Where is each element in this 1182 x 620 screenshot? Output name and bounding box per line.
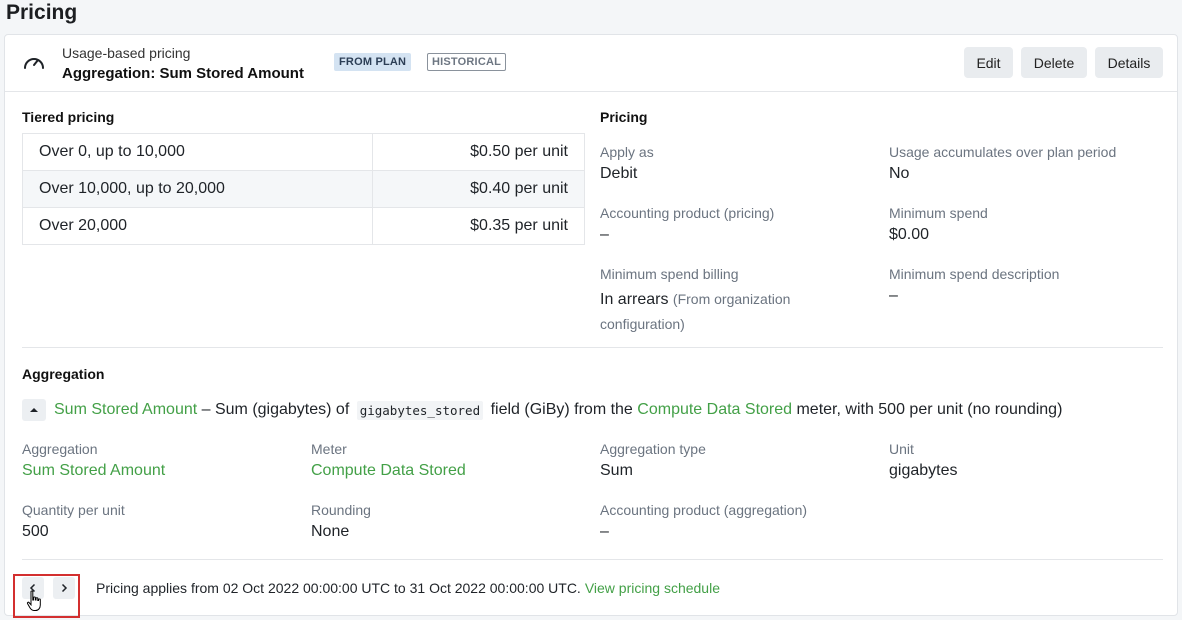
tier-range: Over 0, up to 10,000 <box>22 133 373 171</box>
minimum-spend-billing-label: Minimum spend billing <box>600 266 739 282</box>
aggregation-type-value: Sum <box>600 462 633 479</box>
delete-button[interactable]: Delete <box>1021 47 1087 78</box>
table-row: Over 0, up to 10,000 $0.50 per unit <box>22 133 585 171</box>
edit-button[interactable]: Edit <box>964 47 1013 78</box>
meter-label: Meter <box>311 441 347 457</box>
billing-mode: In arrears <box>600 291 669 308</box>
field-name: gigabytes_stored <box>356 400 484 420</box>
usage-accumulates-label: Usage accumulates over plan period <box>889 144 1117 160</box>
from-plan-badge: FROM PLAN <box>334 53 412 71</box>
pricing-card: Usage-based pricing Aggregation: Sum Sto… <box>4 34 1178 616</box>
card-header: Usage-based pricing Aggregation: Sum Sto… <box>5 35 1177 92</box>
pricing-period-text: Pricing applies from 02 Oct 2022 00:00:0… <box>96 580 581 596</box>
meter-value-link[interactable]: Compute Data Stored <box>311 462 466 480</box>
meter-link[interactable]: Compute Data Stored <box>637 401 792 419</box>
aggregation-label: Aggregation <box>22 441 98 457</box>
aggregation-value-link[interactable]: Sum Stored Amount <box>22 462 165 480</box>
divider <box>22 559 1163 560</box>
minimum-spend-description-value: – <box>889 287 898 304</box>
view-pricing-schedule-link[interactable]: View pricing schedule <box>585 580 720 596</box>
tiered-pricing-table: Over 0, up to 10,000 $0.50 per unit Over… <box>22 133 585 245</box>
aggregation-summary: Sum Stored Amount – Sum (gigabytes) of g… <box>22 399 1062 421</box>
pricing-section-label: Pricing <box>600 109 648 125</box>
divider <box>22 347 1163 348</box>
minimum-spend-value: $0.00 <box>889 226 930 243</box>
page-title: Pricing <box>6 1 78 24</box>
apply-as-label: Apply as <box>600 144 654 160</box>
tiered-pricing-label: Tiered pricing <box>22 109 115 125</box>
tier-price: $0.40 per unit <box>372 170 585 208</box>
aggregation-link[interactable]: Sum Stored Amount <box>54 401 197 419</box>
table-row: Over 10,000, up to 20,000 $0.40 per unit <box>22 170 585 208</box>
gauge-icon <box>24 58 44 69</box>
quantity-per-unit-label: Quantity per unit <box>22 502 125 518</box>
historical-badge: HISTORICAL <box>427 53 507 71</box>
apply-as-value: Debit <box>600 165 638 182</box>
tier-range: Over 20,000 <box>22 207 373 245</box>
accounting-product-pricing-label: Accounting product (pricing) <box>600 205 775 221</box>
pricing-kind: Usage-based pricing <box>62 45 191 61</box>
aggregation-section-label: Aggregation <box>22 366 105 382</box>
collapse-button[interactable] <box>22 399 46 421</box>
minimum-spend-label: Minimum spend <box>889 205 988 221</box>
minimum-spend-billing-value: In arrears (From organization configurat… <box>600 287 830 337</box>
quantity-per-unit-value: 500 <box>22 523 49 540</box>
accounting-product-aggregation-value: – <box>600 523 609 540</box>
aggregation-title: Aggregation: Sum Stored Amount <box>62 65 304 82</box>
details-button[interactable]: Details <box>1095 47 1163 78</box>
unit-label: Unit <box>889 441 914 457</box>
aggregation-type-label: Aggregation type <box>600 441 706 457</box>
hand-cursor-icon <box>26 590 41 611</box>
chevron-up-icon <box>30 408 38 412</box>
accounting-product-pricing-value: – <box>600 226 609 243</box>
summary-text: field (GiBy) from the <box>486 401 638 418</box>
rounding-value: None <box>311 523 350 540</box>
rounding-label: Rounding <box>311 502 371 518</box>
tier-range: Over 10,000, up to 20,000 <box>22 170 373 208</box>
table-row: Over 20,000 $0.35 per unit <box>22 207 585 245</box>
usage-accumulates-value: No <box>889 165 910 182</box>
tier-price: $0.50 per unit <box>372 133 585 171</box>
accounting-product-aggregation-label: Accounting product (aggregation) <box>600 502 808 518</box>
tier-price: $0.35 per unit <box>372 207 585 245</box>
unit-value: gigabytes <box>889 462 958 479</box>
highlight-box <box>13 574 80 618</box>
pricing-schedule-footer: Pricing applies from 02 Oct 2022 00:00:0… <box>22 575 720 601</box>
summary-text: – Sum (gigabytes) of <box>197 401 354 418</box>
minimum-spend-description-label: Minimum spend description <box>889 266 1060 282</box>
summary-text: meter, with 500 per unit (no rounding) <box>792 401 1063 418</box>
